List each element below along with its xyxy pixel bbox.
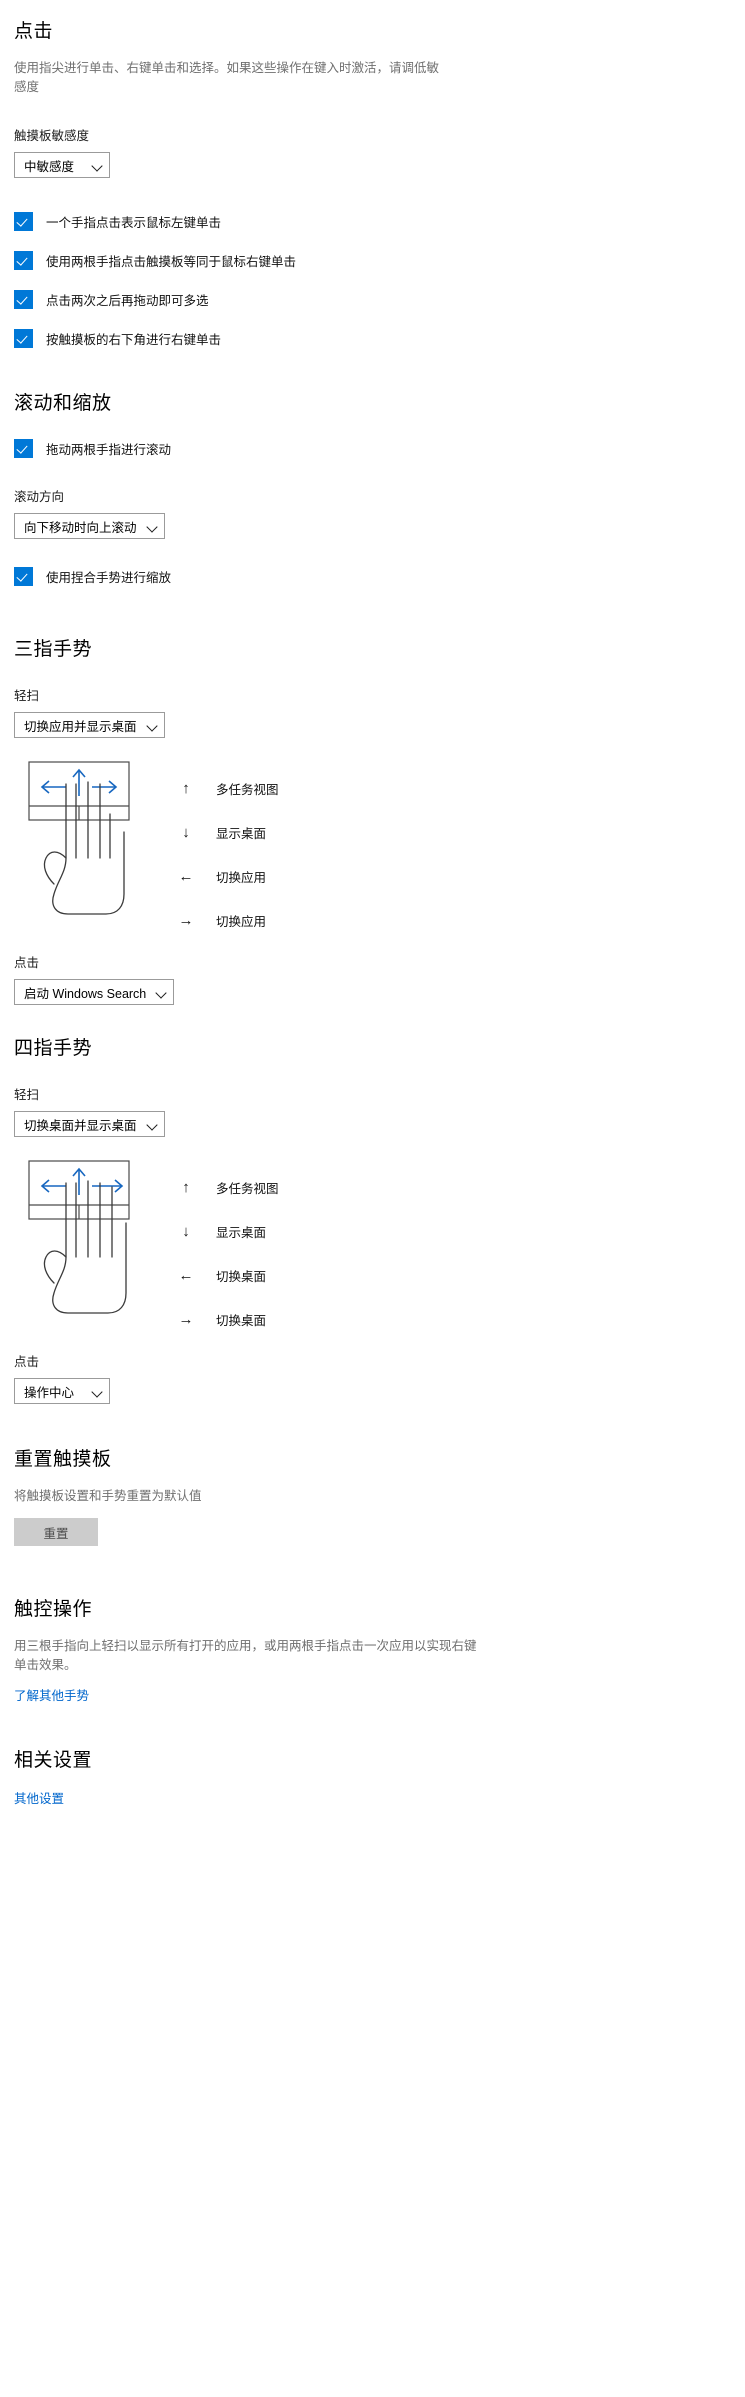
chevron-down-icon bbox=[147, 1119, 158, 1130]
touch-section-description: 用三根手指向上轻扫以显示所有打开的应用，或用两根手指点击一次应用以实现右键单击效… bbox=[14, 1639, 477, 1672]
touchpad-sensitivity-label: 触摸板敏感度 bbox=[14, 129, 90, 143]
checkbox-indicator[interactable] bbox=[14, 212, 33, 231]
four-finger-gesture-diagram: ↑ 多任务视图 ↓ 显示桌面 ← 切换桌面 → 切换桌面 bbox=[14, 1153, 731, 1341]
arrow-up-icon: ↑ bbox=[182, 1178, 190, 1196]
checkbox-label: 使用两根手指点击触摸板等同于鼠标右键单击 bbox=[46, 255, 297, 269]
reset-section-heading: 重置触摸板 bbox=[14, 1449, 112, 1470]
checkbox-indicator[interactable] bbox=[14, 251, 33, 270]
arrow-right-icon: → bbox=[178, 911, 194, 929]
arrow-up-icon: ↑ bbox=[182, 779, 190, 797]
chevron-down-icon bbox=[147, 521, 158, 532]
legend-label: 切换应用 bbox=[216, 914, 267, 929]
arrow-right-icon: → bbox=[178, 1310, 194, 1328]
legend-label: 显示桌面 bbox=[216, 1225, 267, 1240]
related-section-heading: 相关设置 bbox=[14, 1750, 93, 1771]
touchpad-sensitivity-dropdown[interactable]: 中敏感度 bbox=[14, 152, 110, 178]
four-finger-swipe-dropdown[interactable]: 切换桌面并显示桌面 bbox=[14, 1111, 165, 1137]
checkbox-label: 使用捏合手势进行缩放 bbox=[46, 571, 172, 585]
scroll-and-zoom-section: 滚动和缩放 拖动两根手指进行滚动 滚动方向 向下移动时向上滚动 使用捏合手势进行… bbox=[14, 388, 731, 586]
checkbox-bottom-right-corner-right-click[interactable]: 按触摸板的右下角进行右键单击 bbox=[14, 329, 731, 348]
three-finger-swipe-label: 轻扫 bbox=[14, 689, 40, 703]
reset-button[interactable]: 重置 bbox=[14, 1518, 98, 1546]
legend-item: ↑ 多任务视图 bbox=[172, 1165, 279, 1209]
three-finger-tap-value: 启动 Windows Search bbox=[24, 986, 147, 1001]
legend-item: ← 切换桌面 bbox=[172, 1253, 279, 1297]
legend-label: 切换桌面 bbox=[216, 1269, 267, 1284]
three-finger-swipe-value: 切换应用并显示桌面 bbox=[24, 719, 137, 734]
checkbox-indicator[interactable] bbox=[14, 290, 33, 309]
legend-label: 切换应用 bbox=[216, 870, 267, 885]
four-finger-swipe-value: 切换桌面并显示桌面 bbox=[24, 1118, 137, 1133]
reset-section-description: 将触摸板设置和手势重置为默认值 bbox=[14, 1489, 202, 1503]
arrow-left-icon: ← bbox=[178, 1266, 194, 1284]
chevron-down-icon bbox=[92, 1386, 103, 1397]
touch-section-heading: 触控操作 bbox=[14, 1599, 93, 1620]
three-finger-tap-label: 点击 bbox=[14, 956, 40, 970]
checkbox-indicator[interactable] bbox=[14, 439, 33, 458]
touchpad-sensitivity-value: 中敏感度 bbox=[24, 159, 75, 174]
click-section: 点击 使用指尖进行单击、右键单击和选择。如果这些操作在键入时激活，请调低敏感度 … bbox=[14, 16, 731, 348]
checkbox-two-finger-scroll[interactable]: 拖动两根手指进行滚动 bbox=[14, 439, 731, 458]
three-finger-gesture-diagram: ↑ 多任务视图 ↓ 显示桌面 ← 切换应用 → 切换应用 bbox=[14, 754, 731, 942]
three-finger-tap-dropdown[interactable]: 启动 Windows Search bbox=[14, 979, 175, 1005]
checkbox-label: 点击两次之后再拖动即可多选 bbox=[46, 294, 209, 308]
arrow-down-icon: ↓ bbox=[182, 1222, 190, 1240]
four-finger-tap-dropdown[interactable]: 操作中心 bbox=[14, 1378, 110, 1404]
checkbox-indicator[interactable] bbox=[14, 329, 33, 348]
checkbox-pinch-to-zoom[interactable]: 使用捏合手势进行缩放 bbox=[14, 567, 731, 586]
related-settings-section: 相关设置 其他设置 bbox=[14, 1745, 731, 1808]
chevron-down-icon bbox=[156, 987, 167, 998]
legend-label: 切换桌面 bbox=[216, 1313, 267, 1328]
checkbox-double-tap-drag-multiselect[interactable]: 点击两次之后再拖动即可多选 bbox=[14, 290, 731, 309]
legend-item: ↓ 显示桌面 bbox=[172, 1209, 279, 1253]
click-section-heading: 点击 bbox=[14, 21, 54, 42]
four-finger-hand-illustration bbox=[14, 1153, 164, 1328]
chevron-down-icon bbox=[92, 160, 103, 171]
chevron-down-icon bbox=[147, 720, 158, 731]
legend-label: 多任务视图 bbox=[216, 1181, 279, 1196]
legend-item: ↑ 多任务视图 bbox=[172, 766, 279, 810]
scroll-direction-dropdown[interactable]: 向下移动时向上滚动 bbox=[14, 513, 165, 539]
three-finger-hand-illustration bbox=[14, 754, 164, 929]
checkbox-indicator[interactable] bbox=[14, 567, 33, 586]
arrow-left-icon: ← bbox=[178, 867, 194, 885]
legend-item: ↓ 显示桌面 bbox=[172, 810, 279, 854]
four-finger-gestures-section: 四指手势 轻扫 切换桌面并显示桌面 ↑ 多任务视图 ↓ 显示桌面 ← 切换桌面 … bbox=[14, 1033, 731, 1404]
arrow-down-icon: ↓ bbox=[182, 823, 190, 841]
four-finger-tap-label: 点击 bbox=[14, 1355, 40, 1369]
four-finger-tap-value: 操作中心 bbox=[24, 1385, 75, 1400]
legend-label: 多任务视图 bbox=[216, 782, 279, 797]
legend-item: → 切换应用 bbox=[172, 898, 279, 942]
three-finger-gestures-section: 三指手势 轻扫 切换应用并显示桌面 ↑ 多任务视图 ↓ 显示桌面 ← 切换应用 … bbox=[14, 634, 731, 1005]
touchpad-settings-page: 点击 使用指尖进行单击、右键单击和选择。如果这些操作在键入时激活，请调低敏感度 … bbox=[0, 16, 745, 1808]
checkbox-two-finger-right-click[interactable]: 使用两根手指点击触摸板等同于鼠标右键单击 bbox=[14, 251, 731, 270]
four-finger-legend: ↑ 多任务视图 ↓ 显示桌面 ← 切换桌面 → 切换桌面 bbox=[172, 1153, 279, 1341]
three-finger-section-heading: 三指手势 bbox=[14, 639, 93, 660]
touch-operations-section: 触控操作 用三根手指向上轻扫以显示所有打开的应用，或用两根手指点击一次应用以实现… bbox=[14, 1594, 731, 1705]
four-finger-swipe-label: 轻扫 bbox=[14, 1088, 40, 1102]
other-settings-link[interactable]: 其他设置 bbox=[14, 1788, 64, 1807]
checkbox-label: 拖动两根手指进行滚动 bbox=[46, 443, 172, 457]
three-finger-legend: ↑ 多任务视图 ↓ 显示桌面 ← 切换应用 → 切换应用 bbox=[172, 754, 279, 942]
checkbox-label: 一个手指点击表示鼠标左键单击 bbox=[46, 216, 222, 230]
checkbox-label: 按触摸板的右下角进行右键单击 bbox=[46, 333, 222, 347]
three-finger-swipe-dropdown[interactable]: 切换应用并显示桌面 bbox=[14, 712, 165, 738]
scroll-direction-label: 滚动方向 bbox=[14, 490, 65, 504]
legend-item: ← 切换应用 bbox=[172, 854, 279, 898]
scroll-direction-value: 向下移动时向上滚动 bbox=[24, 520, 137, 535]
reset-touchpad-section: 重置触摸板 将触摸板设置和手势重置为默认值 重置 bbox=[14, 1444, 731, 1546]
checkbox-single-finger-left-click[interactable]: 一个手指点击表示鼠标左键单击 bbox=[14, 212, 731, 231]
scroll-section-heading: 滚动和缩放 bbox=[14, 393, 112, 414]
click-section-description: 使用指尖进行单击、右键单击和选择。如果这些操作在键入时激活，请调低敏感度 bbox=[14, 61, 440, 94]
legend-item: → 切换桌面 bbox=[172, 1297, 279, 1341]
legend-label: 显示桌面 bbox=[216, 826, 267, 841]
learn-more-gestures-link[interactable]: 了解其他手势 bbox=[14, 1685, 89, 1704]
four-finger-section-heading: 四指手势 bbox=[14, 1038, 93, 1059]
